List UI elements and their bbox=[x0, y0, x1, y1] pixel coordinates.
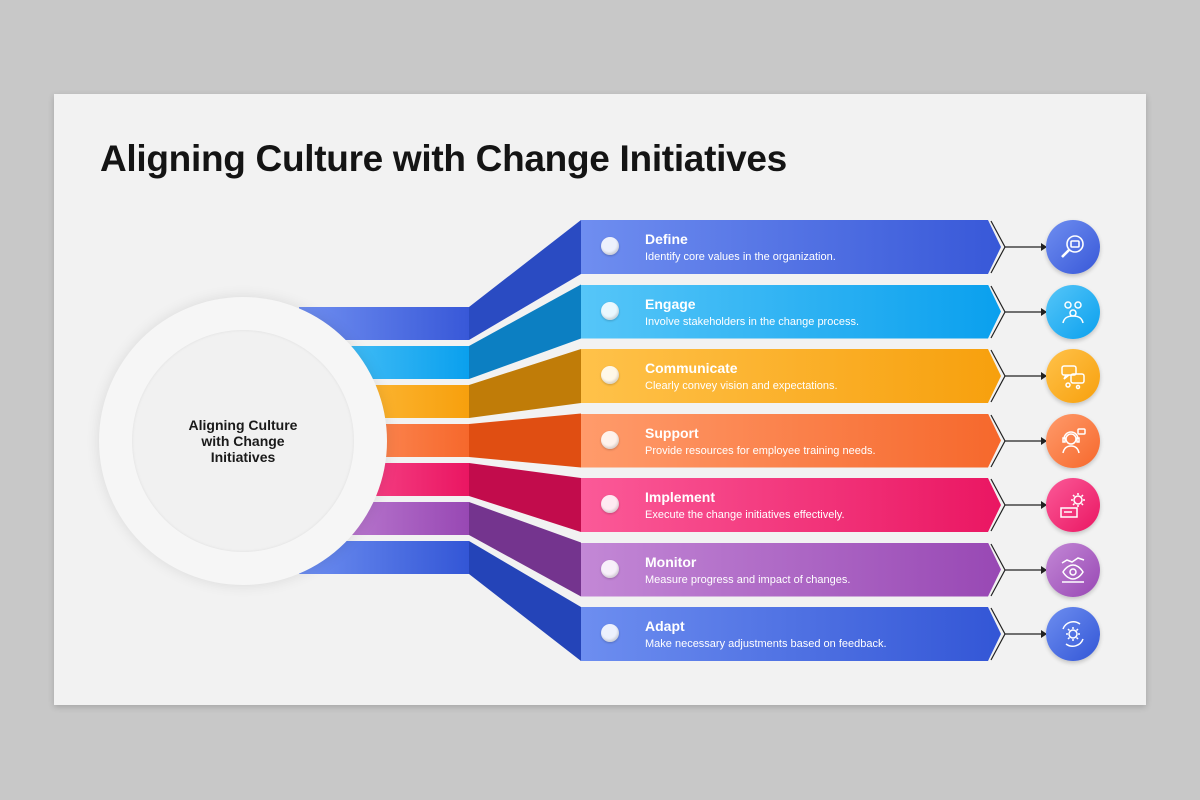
arrow-right-icon bbox=[990, 414, 1047, 467]
slide: Aligning Culture with Change Initiatives… bbox=[54, 94, 1146, 705]
hub-label: Aligning Culture with Change Initiatives bbox=[188, 417, 298, 465]
step-description: Provide resources for employee training … bbox=[645, 444, 876, 457]
step-bullet bbox=[601, 301, 619, 320]
step-title: Engage bbox=[645, 295, 696, 312]
arrow-right-icon bbox=[990, 285, 1047, 338]
magnifier-icon bbox=[1046, 220, 1100, 274]
eye-chart-icon bbox=[1046, 542, 1100, 597]
step-description: Measure progress and impact of changes. bbox=[645, 573, 851, 586]
step-description: Clearly convey vision and expectations. bbox=[645, 380, 838, 392]
step-panel-monitor: Monitor Measure progress and impact of ch… bbox=[581, 542, 1001, 597]
step-description: Involve stakeholders in the change proce… bbox=[645, 315, 860, 328]
step-bullet bbox=[601, 366, 619, 384]
step-bullet bbox=[601, 559, 619, 578]
step-panel-define: Define Identify core values in the organi… bbox=[581, 220, 1001, 274]
gear-cycle-icon bbox=[1046, 607, 1100, 661]
hub-inner-circle: Aligning Culture with Change Initiatives bbox=[132, 330, 354, 552]
step-description: Make necessary adjustments based on feed… bbox=[645, 638, 887, 650]
step-panel-communicate: Communicate Clearly convey vision and exp… bbox=[581, 349, 1001, 403]
step-title: Adapt bbox=[645, 618, 685, 634]
hub-circle: Aligning Culture with Change Initiatives bbox=[99, 297, 387, 585]
step-panel-implement: Implement Execute the change initiatives … bbox=[581, 478, 1001, 532]
gear-board-icon bbox=[1046, 478, 1100, 532]
step-bullet bbox=[601, 237, 619, 255]
step-panel-adapt: Adapt Make necessary adjustments based on… bbox=[581, 607, 1001, 661]
step-description: Identify core values in the organization… bbox=[645, 251, 836, 263]
support-agent-icon bbox=[1046, 413, 1100, 468]
arrow-right-icon bbox=[990, 349, 1047, 403]
step-title: Implement bbox=[645, 489, 716, 505]
arrow-right-icon bbox=[990, 543, 1047, 596]
step-title: Communicate bbox=[645, 360, 738, 376]
step-title: Define bbox=[645, 231, 688, 247]
step-bullet bbox=[601, 624, 619, 642]
chat-icon bbox=[1046, 349, 1100, 403]
stakeholders-icon bbox=[1046, 284, 1100, 339]
step-title: Support bbox=[645, 424, 699, 441]
arrow-right-icon bbox=[990, 220, 1047, 274]
step-bullet bbox=[601, 495, 619, 513]
arrow-right-icon bbox=[990, 607, 1047, 661]
step-description: Execute the change initiatives effective… bbox=[645, 509, 845, 521]
arrow-right-icon bbox=[990, 478, 1047, 532]
step-panel-support: Support Provide resources for employee tr… bbox=[581, 413, 1001, 468]
step-title: Monitor bbox=[645, 553, 697, 570]
step-panel-engage: Engage Involve stakeholders in the change… bbox=[581, 284, 1001, 339]
step-bullet bbox=[601, 430, 619, 449]
ribbon-connector-support bbox=[469, 413, 581, 468]
